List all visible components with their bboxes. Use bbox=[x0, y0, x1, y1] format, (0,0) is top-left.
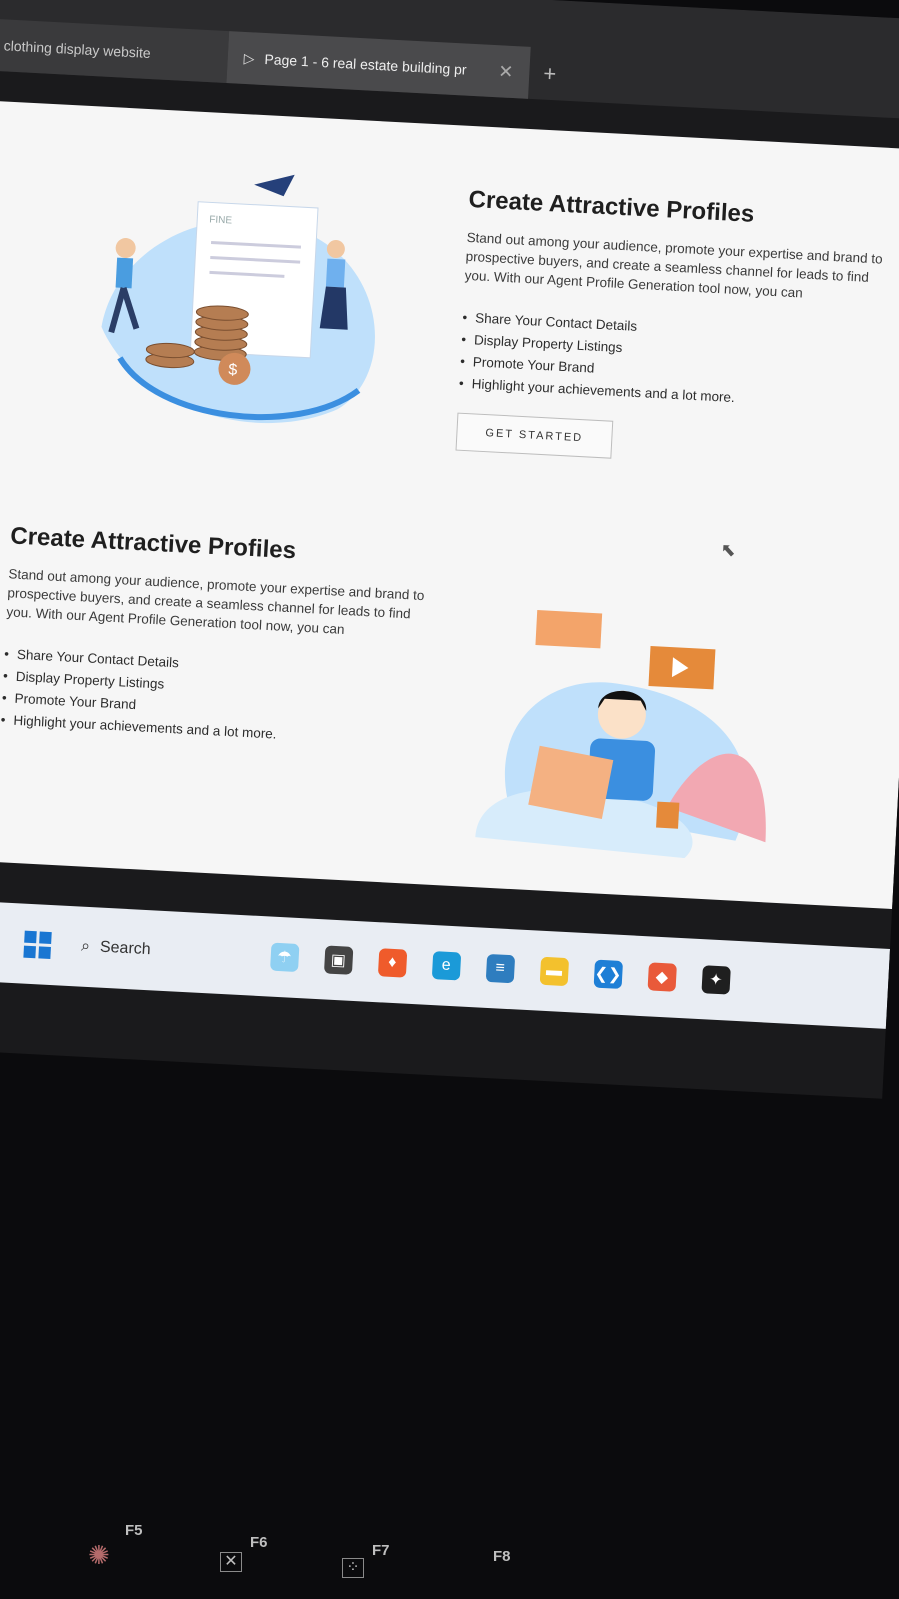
tab-clothing-display[interactable]: 5 clothing display website bbox=[0, 17, 230, 84]
section-2: Create Attractive Profiles Stand out amo… bbox=[0, 522, 440, 753]
search-label: Search bbox=[99, 938, 152, 959]
brave-browser-icon[interactable]: ♦ bbox=[377, 948, 407, 978]
get-started-button[interactable]: GET STARTED bbox=[455, 412, 614, 459]
figma-icon[interactable]: ✦ bbox=[701, 965, 731, 995]
start-icon[interactable] bbox=[23, 930, 52, 959]
tab-label: Page 1 - 6 real estate building pr bbox=[264, 51, 468, 78]
laptop-keyboard: F5 F6 F7 F8 ✕ ⁘ ✺ bbox=[0, 1480, 899, 1599]
new-tab-button[interactable]: + bbox=[528, 47, 572, 101]
key-f6: F6 bbox=[250, 1534, 268, 1551]
edge-browser-icon[interactable]: e bbox=[431, 951, 461, 981]
doc-label: FINE bbox=[209, 214, 233, 226]
brand-logo-icon: ✺ bbox=[88, 1540, 110, 1570]
section-1: Create Attractive Profiles Stand out amo… bbox=[455, 185, 899, 473]
section-body: Stand out among your audience, promote y… bbox=[6, 566, 425, 637]
web-page: FINE $ Create Attractive Profiles Stand … bbox=[0, 99, 899, 910]
taskbar-search[interactable]: ⌕ Search bbox=[80, 937, 152, 960]
section-title: Create Attractive Profiles bbox=[9, 522, 297, 565]
key-f5: F5 bbox=[125, 1522, 143, 1539]
search-icon: ⌕ bbox=[80, 937, 91, 956]
notepad-icon[interactable]: ≡ bbox=[485, 953, 515, 984]
task-view-icon[interactable]: ▣ bbox=[323, 945, 354, 975]
key-f8: F8 bbox=[493, 1548, 511, 1565]
section-body: Stand out among your audience, promote y… bbox=[464, 229, 884, 301]
laptop-person-illustration bbox=[475, 610, 766, 859]
vscode-icon[interactable]: ❮❯ bbox=[593, 959, 623, 989]
feature-list: Share Your Contact Details Display Prope… bbox=[458, 307, 892, 417]
close-tab-icon[interactable]: ✕ bbox=[498, 61, 514, 83]
windows-taskbar: ⌕ Search ☂ ▣ ♦ e ≡ ▬ ❮❯ ◆ ✦ bbox=[0, 898, 891, 1029]
tab-real-estate[interactable]: ▷ Page 1 - 6 real estate building pr ✕ bbox=[226, 31, 531, 99]
file-explorer-icon[interactable]: ▬ bbox=[539, 956, 569, 987]
mute-key-icon: ✕ bbox=[220, 1552, 242, 1572]
profile-illustration: FINE $ bbox=[101, 174, 375, 424]
browser-tabbar: 5 clothing display website ▷ Page 1 - 6 … bbox=[0, 0, 899, 121]
weather-icon[interactable]: ☂ bbox=[269, 942, 300, 972]
section-title: Create Attractive Profiles bbox=[467, 185, 755, 228]
play-icon: ▷ bbox=[243, 49, 255, 66]
feature-list: Share Your Contact Details Display Prope… bbox=[0, 643, 434, 753]
dollar-label: $ bbox=[228, 362, 238, 379]
tab-label: 5 clothing display website bbox=[0, 36, 152, 62]
key-icon: ⁘ bbox=[342, 1558, 364, 1578]
mouse-cursor-icon: ⬉ bbox=[720, 539, 737, 561]
key-f7: F7 bbox=[372, 1542, 390, 1559]
laptop-screen: 5 clothing display website ▷ Page 1 - 6 … bbox=[0, 0, 899, 1099]
git-icon[interactable]: ◆ bbox=[647, 962, 677, 992]
